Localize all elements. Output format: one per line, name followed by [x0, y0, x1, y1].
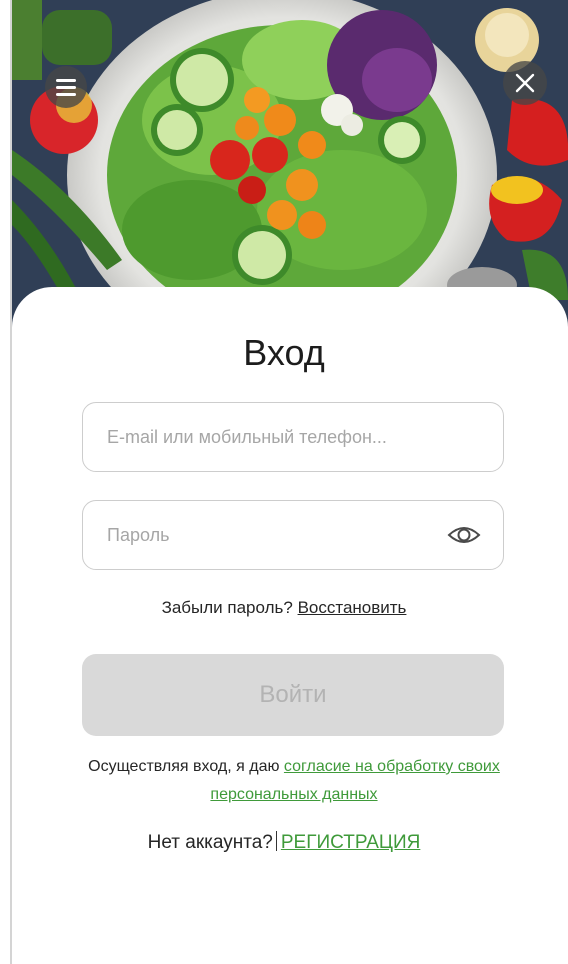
- hamburger-menu-icon: [56, 78, 76, 96]
- left-border: [0, 0, 12, 964]
- menu-button[interactable]: [45, 66, 87, 108]
- forgot-password-text: Забыли пароль?: [161, 598, 293, 617]
- restore-password-link[interactable]: Восстановить: [298, 598, 407, 617]
- eye-icon[interactable]: [447, 522, 481, 548]
- email-field[interactable]: [82, 402, 504, 472]
- login-card: [12, 287, 568, 964]
- consent-notice: Осуществляя вход, я даю согласие на обра…: [50, 753, 538, 809]
- close-button[interactable]: [503, 61, 547, 105]
- email-input[interactable]: [105, 425, 481, 449]
- consent-text: Осуществляя вход, я даю: [88, 758, 280, 775]
- no-account-text: Нет аккаунта?: [147, 832, 273, 853]
- divider: [275, 831, 277, 851]
- register-row: Нет аккаунта? РЕГИСТРАЦИЯ: [0, 831, 568, 854]
- login-button[interactable]: Войти: [82, 654, 504, 736]
- password-input[interactable]: [105, 523, 447, 547]
- password-field[interactable]: [82, 500, 504, 570]
- page-title: Вход: [243, 332, 325, 373]
- register-link[interactable]: РЕГИСТРАЦИЯ: [281, 832, 421, 853]
- forgot-password-row: Забыли пароль? Восстановить: [0, 598, 568, 618]
- close-icon: [515, 73, 535, 93]
- hero-image-salad: [12, 0, 568, 330]
